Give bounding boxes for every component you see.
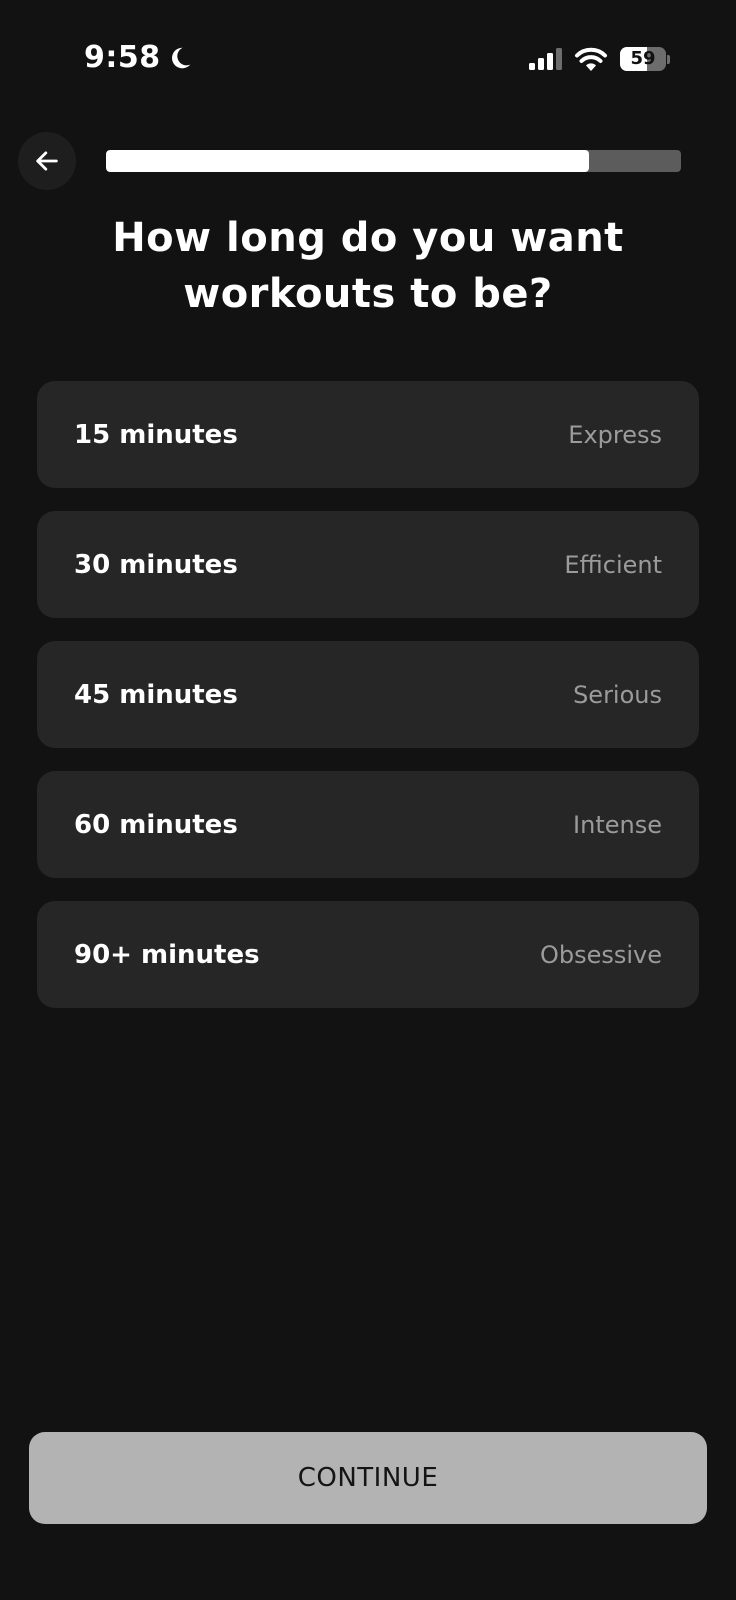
back-button[interactable]: [18, 132, 76, 190]
option-label: 90+ minutes: [74, 939, 260, 970]
option-description: Efficient: [564, 550, 662, 579]
option-30-minutes[interactable]: 30 minutes Efficient: [37, 511, 699, 618]
arrow-left-icon: [36, 151, 58, 171]
moon-icon: [171, 47, 190, 68]
status-bar: 9:58 59: [0, 0, 736, 120]
option-description: Express: [568, 420, 662, 449]
duration-options: 15 minutes Express 30 minutes Efficient …: [37, 381, 699, 1031]
option-label: 45 minutes: [74, 679, 238, 710]
option-description: Obsessive: [539, 940, 662, 969]
continue-button[interactable]: CONTINUE: [29, 1432, 707, 1524]
option-description: Serious: [573, 680, 662, 709]
option-60-minutes[interactable]: 60 minutes Intense: [37, 771, 699, 878]
option-90-plus-minutes[interactable]: 90+ minutes Obsessive: [37, 901, 699, 1008]
clock-text: 9:58: [84, 40, 161, 75]
progress-fill: [106, 150, 589, 172]
onboarding-progress-bar: [106, 150, 681, 172]
battery-icon: 59: [620, 46, 670, 72]
status-time: 9:58: [84, 40, 193, 75]
status-indicators: 59: [528, 46, 670, 72]
cellular-signal-icon: [529, 48, 562, 70]
option-label: 30 minutes: [74, 549, 238, 580]
option-label: 60 minutes: [74, 809, 238, 840]
battery-percentage: 59: [630, 48, 656, 69]
option-description: Intense: [573, 810, 662, 839]
option-45-minutes[interactable]: 45 minutes Serious: [37, 641, 699, 748]
option-label: 15 minutes: [74, 419, 238, 450]
wifi-icon: [575, 47, 607, 71]
option-15-minutes[interactable]: 15 minutes Express: [37, 381, 699, 488]
page-title: How long do you want workouts to be?: [112, 215, 624, 317]
